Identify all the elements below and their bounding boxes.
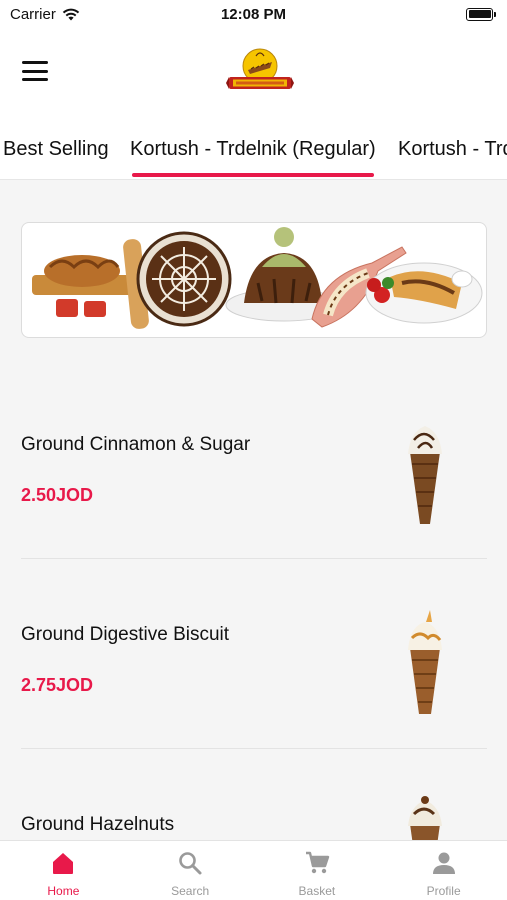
product-name: Ground Cinnamon & Sugar (21, 434, 251, 455)
nav-search[interactable]: Search (127, 841, 254, 900)
battery-fill (468, 10, 491, 18)
carrier-label: Carrier (10, 5, 56, 23)
tab-kortush-chocolate[interactable]: Kortush - Trdelnik (Chocolate) (398, 138, 507, 161)
app-header (0, 28, 507, 118)
divider (21, 558, 487, 559)
desserts-banner-image (32, 227, 483, 329)
divider (21, 748, 487, 749)
product-price: 2.75JOD (21, 675, 94, 695)
nav-label: Basket (298, 884, 336, 898)
product-name: Ground Hazelnuts (21, 814, 175, 835)
nav-home[interactable]: Home (0, 841, 127, 900)
chimney-roll-logo[interactable] (226, 44, 294, 96)
nav-label: Profile (426, 884, 461, 898)
profile-icon (432, 852, 455, 874)
product-item[interactable]: Ground Cinnamon & Sugar 2.50JOD (0, 370, 507, 560)
category-tabs: Best Selling Kortush - Trdelnik (Regular… (0, 118, 507, 180)
bottom-nav: Home Search Basket Profile (0, 840, 507, 900)
nav-basket[interactable]: Basket (254, 841, 381, 900)
cart-icon (305, 851, 330, 874)
home-icon (53, 853, 74, 874)
nav-profile[interactable]: Profile (380, 841, 507, 900)
product-price: 2.50JOD (21, 485, 94, 505)
chimney-cone-chocolate-image (408, 426, 442, 524)
tab-best-selling[interactable]: Best Selling (3, 138, 109, 161)
chimney-cone-caramel-image (408, 610, 442, 714)
nav-label: Search (171, 884, 210, 898)
wifi-icon (62, 8, 80, 20)
carrier-group: Carrier (10, 6, 80, 23)
search-icon (179, 852, 202, 875)
tab-kortush-regular[interactable]: Kortush - Trdelnik (Regular) (130, 138, 376, 177)
nav-label: Home (47, 884, 80, 898)
hamburger-menu-icon[interactable] (22, 61, 48, 81)
promo-banner[interactable] (21, 222, 487, 338)
battery-icon (466, 7, 496, 21)
status-bar: Carrier 12:08 PM (0, 0, 507, 28)
product-item[interactable]: Ground Digestive Biscuit 2.75JOD (0, 560, 507, 750)
product-name: Ground Digestive Biscuit (21, 624, 230, 645)
